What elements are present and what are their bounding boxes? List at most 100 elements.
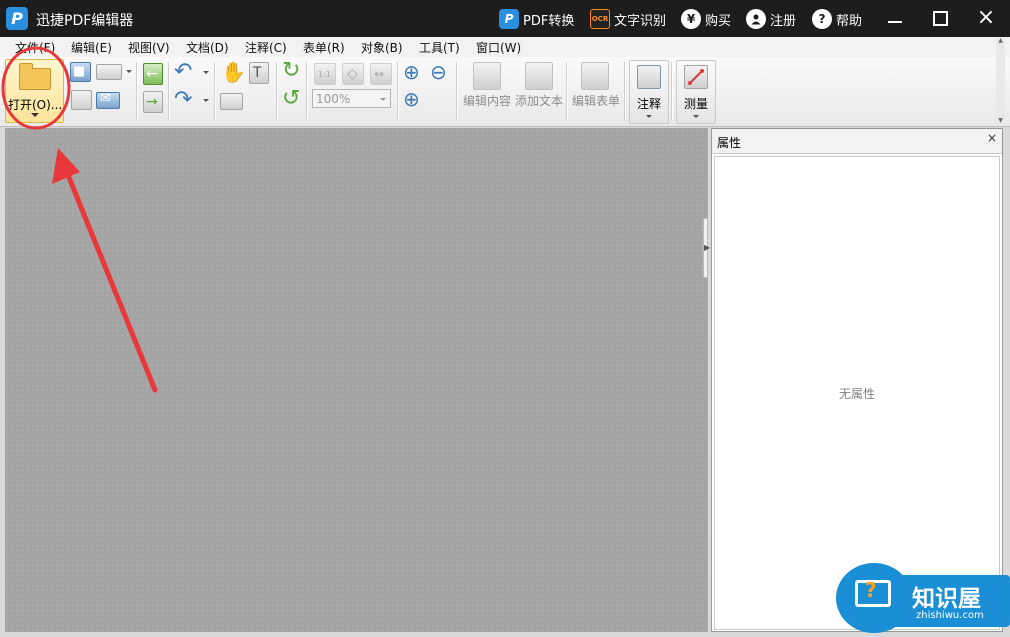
watermark-logo: ? 知识屋 zhishiwu.com — [836, 563, 1010, 633]
chevron-down-icon — [693, 115, 699, 118]
rotate-left-icon[interactable]: ↺ — [282, 88, 300, 110]
edit-form-icon — [581, 62, 609, 90]
properties-panel-title: 属性 — [717, 136, 742, 150]
ocr-icon: OCR — [590, 9, 610, 29]
edit-form-label[interactable]: 编辑表单 — [572, 92, 620, 109]
panel-splitter[interactable]: ▶ — [703, 218, 710, 278]
measure-button[interactable]: 测量 — [676, 60, 716, 124]
measure-icon — [684, 65, 708, 89]
help-icon: ? — [812, 9, 832, 29]
email-button[interactable]: ✉ — [96, 91, 120, 109]
toolbar-divider — [566, 62, 568, 120]
zoom-in-marquee-icon[interactable]: ⊕ — [403, 62, 420, 82]
toolbar-divider — [306, 62, 308, 120]
import-button[interactable]: ← — [143, 63, 163, 85]
pdf-convert-button[interactable]: P PDF转换 — [499, 8, 574, 30]
fit-page-icon: ◇ — [347, 66, 358, 82]
add-text-icon — [525, 62, 553, 90]
properties-panel: 属性 × 无属性 — [711, 128, 1003, 632]
title-bar: P 迅捷PDF编辑器 P PDF转换 OCR 文字识别 ¥ 购买 注册 ? 帮助… — [0, 0, 1010, 37]
toolbar-divider — [456, 62, 458, 120]
open-button-label: 打开(O)... — [8, 98, 63, 112]
menu-object[interactable]: 对象(B) — [361, 39, 403, 56]
arrow-right-icon: → — [146, 94, 158, 110]
menu-window[interactable]: 窗口(W) — [476, 39, 521, 56]
redo-icon[interactable]: ↷ — [174, 89, 192, 111]
print-preview-button[interactable] — [71, 90, 92, 110]
watermark-text: 知识屋 — [912, 586, 981, 612]
redo-dropdown-icon[interactable] — [203, 99, 209, 102]
undo-icon[interactable]: ↶ — [174, 61, 192, 83]
close-icon: × — [976, 5, 996, 30]
maximize-button[interactable] — [927, 6, 953, 30]
minimize-button[interactable] — [882, 6, 908, 30]
add-text-label[interactable]: 添加文本 — [515, 92, 563, 109]
arrow-left-icon: ← — [146, 66, 158, 82]
toolbar-divider — [136, 62, 138, 120]
actual-size-button[interactable]: 1:1 — [314, 63, 336, 85]
scroll-up-icon[interactable]: ▲ — [996, 37, 1005, 44]
question-icon: ? — [865, 578, 877, 602]
envelope-icon: ✉ — [100, 91, 111, 106]
buy-button[interactable]: ¥ 购买 — [681, 8, 731, 30]
app-title: 迅捷PDF编辑器 — [36, 13, 134, 29]
select-text-button[interactable]: T — [249, 62, 269, 84]
scroll-down-icon[interactable]: ▼ — [996, 117, 1005, 124]
register-button[interactable]: 注册 — [746, 8, 796, 30]
print-button[interactable] — [96, 64, 122, 80]
select-text-icon: T — [253, 65, 262, 81]
menu-document[interactable]: 文档(D) — [186, 39, 229, 56]
app-logo-icon: P — [6, 7, 28, 30]
zoom-in-icon[interactable]: ⊕ — [403, 89, 420, 109]
fit-width-icon: ↔ — [374, 67, 385, 81]
fit-width-button[interactable]: ↔ — [370, 63, 392, 85]
edit-content-icon — [473, 62, 501, 90]
toolbar-divider — [397, 62, 399, 120]
yen-icon: ¥ — [681, 9, 701, 29]
toolbar-divider — [624, 62, 626, 120]
menu-form[interactable]: 表单(R) — [303, 39, 345, 56]
ocr-label: 文字识别 — [614, 13, 667, 29]
zoom-out-icon[interactable]: ⊖ — [430, 62, 447, 82]
properties-panel-body: 无属性 — [714, 156, 1000, 630]
chevron-down-icon — [31, 113, 39, 117]
measure-label: 测量 — [683, 97, 708, 111]
zoom-select[interactable]: 100% — [312, 89, 391, 108]
open-button[interactable]: 打开(O)... — [5, 59, 64, 123]
minimize-icon — [888, 21, 902, 23]
snapshot-button[interactable] — [220, 93, 243, 110]
user-icon — [746, 9, 766, 29]
zoom-value: 100% — [316, 92, 351, 106]
rotate-right-icon[interactable]: ↻ — [282, 60, 300, 82]
ocr-button[interactable]: OCR 文字识别 — [590, 8, 666, 30]
export-button[interactable]: → — [143, 91, 163, 113]
close-icon[interactable]: × — [987, 131, 997, 145]
menu-tools[interactable]: 工具(T) — [419, 39, 460, 56]
menu-view[interactable]: 视图(V) — [128, 39, 170, 56]
toolbar: 打开(O)... ■ ✉ ← → ↶ ↷ ✋ T ↻ ↺ 1:1 ◇ ↔ 100… — [0, 57, 1010, 127]
menu-edit[interactable]: 编辑(E) — [71, 39, 112, 56]
print-dropdown-icon[interactable] — [126, 70, 132, 73]
edit-content-label[interactable]: 编辑内容 — [463, 92, 511, 109]
toolbar-scrollbar[interactable]: ▲ ▼ — [996, 37, 1005, 126]
save-icon: ■ — [73, 64, 86, 79]
annotate-button[interactable]: 注释 — [629, 60, 669, 124]
save-button[interactable]: ■ — [70, 62, 91, 82]
watermark-url: zhishiwu.com — [916, 610, 984, 621]
help-button[interactable]: ? 帮助 — [812, 8, 862, 30]
chevron-down-icon — [646, 115, 652, 118]
help-label: 帮助 — [836, 13, 863, 29]
maximize-icon — [933, 11, 948, 26]
register-label: 注册 — [770, 13, 797, 29]
close-button[interactable]: × — [973, 6, 999, 30]
document-canvas[interactable] — [5, 128, 708, 632]
undo-dropdown-icon[interactable] — [203, 71, 209, 74]
menu-file[interactable]: 文件(F) — [15, 39, 55, 56]
fit-page-button[interactable]: ◇ — [342, 63, 364, 85]
actual-size-icon: 1:1 — [318, 70, 331, 79]
no-properties-text: 无属性 — [838, 387, 875, 401]
chevron-down-icon — [380, 98, 386, 101]
menu-comment[interactable]: 注释(C) — [245, 39, 287, 56]
hand-icon[interactable]: ✋ — [221, 62, 246, 82]
pdf-convert-label: PDF转换 — [523, 13, 575, 29]
